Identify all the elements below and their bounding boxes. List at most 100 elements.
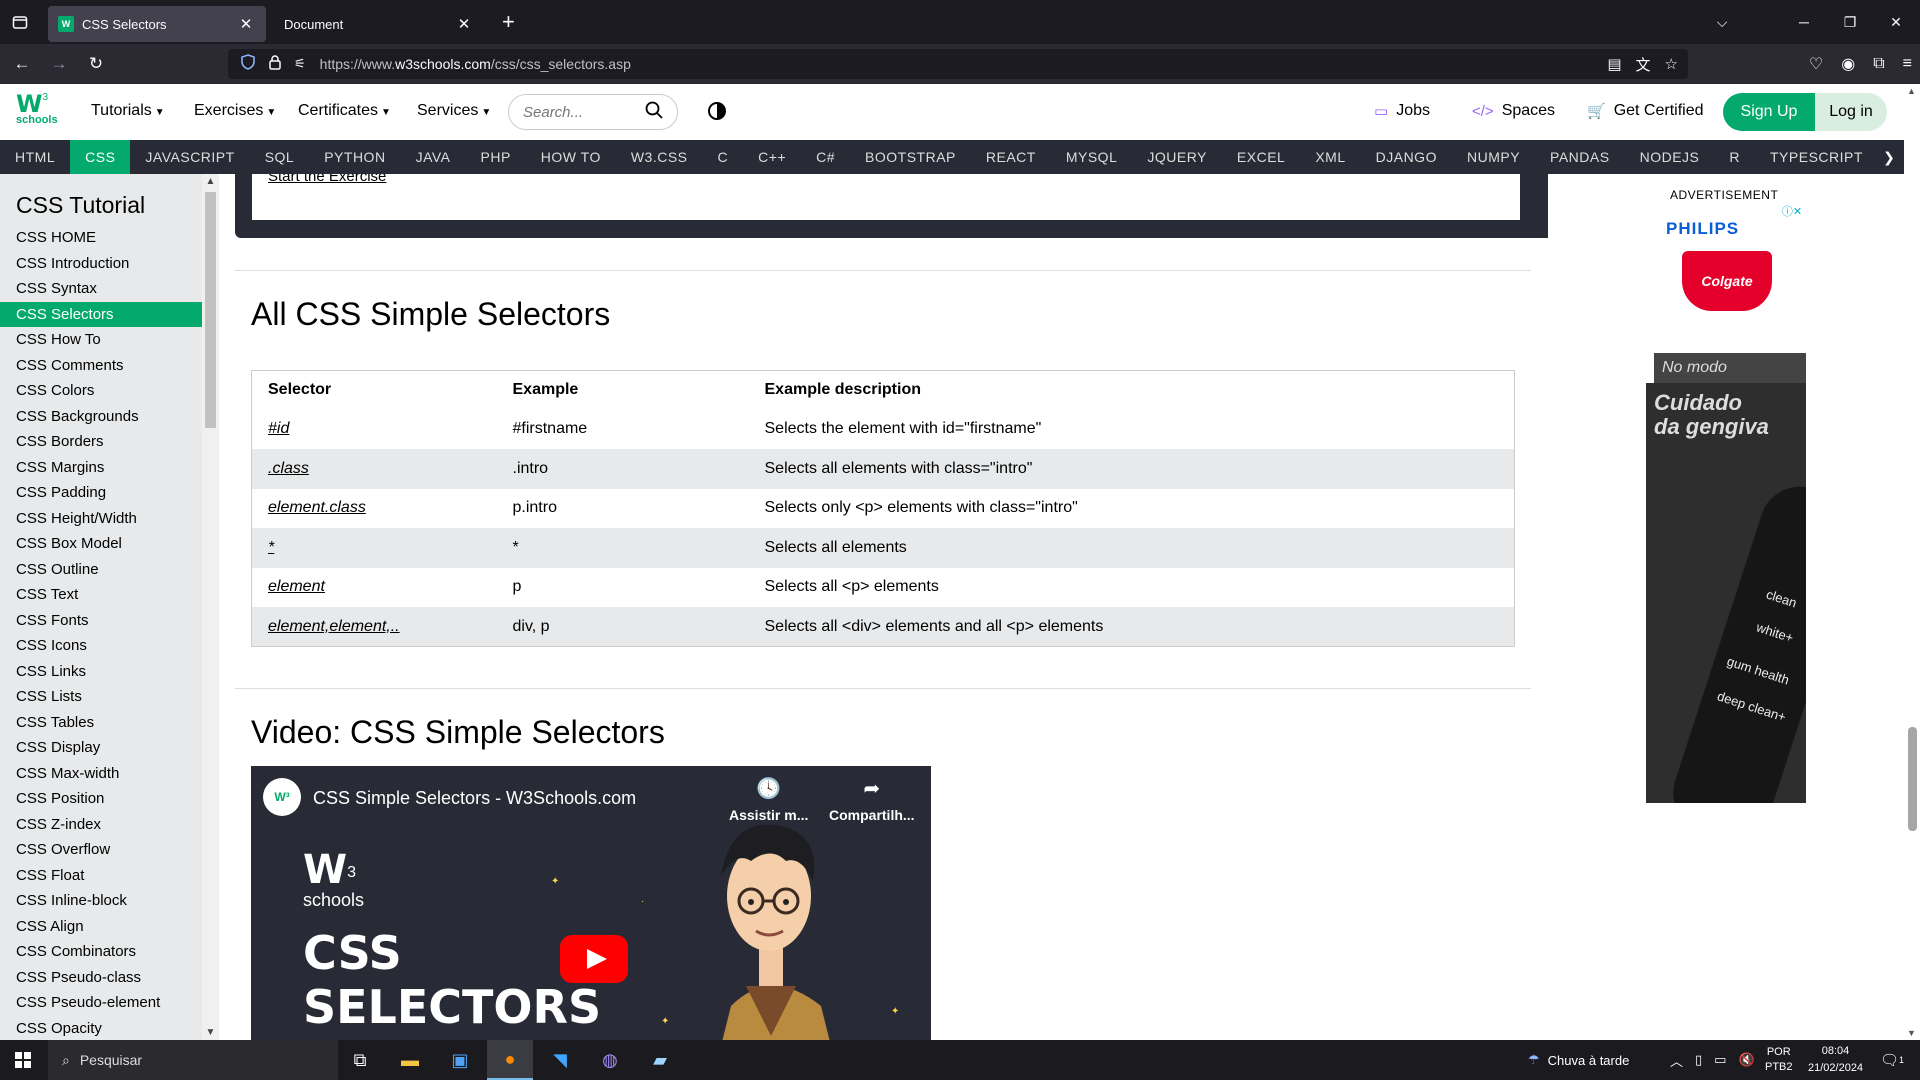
close-tab-icon[interactable]: ✕ — [236, 15, 256, 33]
tab-css-selectors[interactable]: W CSS Selectors ✕ — [48, 6, 266, 42]
sidebar-item-css-home[interactable]: CSS HOME — [0, 225, 219, 251]
menu-exercises[interactable]: Exercises ▼ — [194, 102, 276, 120]
tab-document[interactable]: Document ✕ — [266, 6, 484, 42]
topic-w3-css[interactable]: W3.CSS — [616, 140, 703, 174]
topic-typescript[interactable]: TYPESCRIPT — [1755, 140, 1878, 174]
weather-widget[interactable]: ☂ Chuva à tarde — [1528, 1040, 1629, 1080]
topic-javascript[interactable]: JAVASCRIPT — [130, 140, 249, 174]
sidebar-scrollbar[interactable]: ▲ ▼ — [202, 174, 219, 1040]
new-tab-button[interactable]: + — [502, 9, 515, 35]
video-player[interactable]: W³ CSS Simple Selectors - W3Schools.com … — [251, 766, 931, 1040]
chevron-up-icon[interactable]: ︿ — [1670, 1051, 1683, 1070]
topic-excel[interactable]: EXCEL — [1222, 140, 1300, 174]
sidebar-item-css-max-width[interactable]: CSS Max-width — [0, 761, 219, 787]
sidebar-item-css-position[interactable]: CSS Position — [0, 786, 219, 812]
sidebar-item-css-inline-block[interactable]: CSS Inline-block — [0, 888, 219, 914]
display-icon[interactable]: ▭ — [1714, 1052, 1726, 1068]
search-icon[interactable] — [645, 101, 663, 123]
store-icon[interactable]: ▣ — [437, 1040, 483, 1080]
scroll-down-icon[interactable]: ▼ — [202, 1027, 219, 1038]
topic-java[interactable]: JAVA — [401, 140, 466, 174]
page-scroll-thumb[interactable] — [1908, 727, 1917, 831]
start-exercise-link[interactable]: Start the Exercise — [268, 174, 386, 185]
sidebar-item-css-tables[interactable]: CSS Tables — [0, 710, 219, 736]
sidebar-item-css-syntax[interactable]: CSS Syntax — [0, 276, 219, 302]
w3schools-logo[interactable]: W3 schools — [16, 92, 58, 132]
topic-php[interactable]: PHP — [466, 140, 526, 174]
sidebar-item-css-overflow[interactable]: CSS Overflow — [0, 837, 219, 863]
topic-pandas[interactable]: PANDAS — [1535, 140, 1625, 174]
sidebar-item-css-opacity[interactable]: CSS Opacity — [0, 1016, 219, 1041]
address-bar[interactable]: ⚟ https://www.w3schools.com/css/css_sele… — [228, 49, 1688, 79]
scroll-down-icon[interactable]: ▼ — [1907, 1028, 1916, 1038]
topic-numpy[interactable]: NUMPY — [1452, 140, 1535, 174]
firefox-icon[interactable]: ● — [487, 1040, 533, 1080]
topic-how-to[interactable]: HOW TO — [526, 140, 616, 174]
notepad-icon[interactable]: ▰ — [637, 1040, 683, 1080]
app-menu-icon[interactable]: ≡ — [1903, 55, 1912, 73]
permissions-icon[interactable]: ⚟ — [294, 56, 306, 72]
sidebar-item-css-pseudo-class[interactable]: CSS Pseudo-class — [0, 965, 219, 991]
sidebar-item-css-selectors[interactable]: CSS Selectors — [0, 301, 219, 327]
topic-sql[interactable]: SQL — [250, 140, 310, 174]
sidebar-item-css-colors[interactable]: CSS Colors — [0, 378, 219, 404]
topic-jquery[interactable]: JQUERY — [1132, 140, 1222, 174]
topic-django[interactable]: DJANGO — [1361, 140, 1452, 174]
sidebar-item-css-introduction[interactable]: CSS Introduction — [0, 251, 219, 277]
search-input[interactable]: Search... — [508, 94, 678, 130]
selector-link[interactable]: element — [252, 568, 497, 608]
play-button[interactable] — [560, 935, 628, 983]
topic-css[interactable]: CSS — [70, 140, 131, 174]
ad-close-icon[interactable]: ⓘ✕ — [1778, 203, 1806, 219]
selector-link[interactable]: #id — [252, 410, 497, 450]
sidebar-item-css-borders[interactable]: CSS Borders — [0, 429, 219, 455]
translate-icon[interactable]: ⽂ — [1636, 54, 1651, 75]
topic-python[interactable]: PYTHON — [309, 140, 400, 174]
language-indicator[interactable]: POR PTB2 — [1765, 1040, 1793, 1080]
file-explorer-icon[interactable]: ▬ — [387, 1040, 433, 1080]
topic-nodejs[interactable]: NODEJS — [1625, 140, 1715, 174]
selector-link[interactable]: .class — [252, 449, 497, 489]
sidebar-item-css-display[interactable]: CSS Display — [0, 735, 219, 761]
sidebar-item-css-padding[interactable]: CSS Padding — [0, 480, 219, 506]
log-in-button[interactable]: Log in — [1815, 93, 1887, 131]
sidebar-item-css-box-model[interactable]: CSS Box Model — [0, 531, 219, 557]
sidebar-item-css-height-width[interactable]: CSS Height/Width — [0, 506, 219, 532]
sidebar-item-css-z-index[interactable]: CSS Z-index — [0, 812, 219, 838]
sidebar-item-css-float[interactable]: CSS Float — [0, 863, 219, 889]
reload-button[interactable]: ↻ — [81, 49, 111, 79]
topic-xml[interactable]: XML — [1300, 140, 1360, 174]
sidebar-item-css-fonts[interactable]: CSS Fonts — [0, 608, 219, 634]
close-tab-icon[interactable]: ✕ — [454, 15, 474, 33]
sidebar-item-css-comments[interactable]: CSS Comments — [0, 353, 219, 379]
taskbar-search[interactable]: ⌕ Pesquisar — [48, 1040, 338, 1080]
dark-mode-toggle-icon[interactable] — [708, 102, 726, 120]
sidebar-item-css-how-to[interactable]: CSS How To — [0, 327, 219, 353]
menu-services[interactable]: Services ▼ — [417, 102, 491, 120]
selector-link[interactable]: element,element,.. — [252, 607, 497, 647]
sidebar-item-css-pseudo-element[interactable]: CSS Pseudo-element — [0, 990, 219, 1016]
lock-icon[interactable] — [268, 54, 282, 74]
forward-button[interactable]: → — [44, 49, 74, 79]
page-scrollbar[interactable]: ▲ ▼ — [1904, 84, 1920, 1040]
extensions-icon[interactable]: ⧉ — [1873, 55, 1884, 73]
sidebar-scroll-thumb[interactable] — [205, 192, 216, 428]
sidebar-item-css-align[interactable]: CSS Align — [0, 914, 219, 940]
sign-up-button[interactable]: Sign Up — [1723, 93, 1815, 131]
selector-link[interactable]: element.class — [252, 489, 497, 529]
close-window-button[interactable]: ✕ — [1873, 0, 1919, 44]
restore-button[interactable]: ❐ — [1827, 0, 1873, 44]
scroll-up-icon[interactable]: ▲ — [202, 176, 219, 187]
volume-muted-icon[interactable]: 🔇 — [1738, 1052, 1754, 1068]
sidebar-item-css-outline[interactable]: CSS Outline — [0, 557, 219, 583]
topic-r[interactable]: R — [1714, 140, 1755, 174]
minimize-button[interactable]: ─ — [1781, 0, 1827, 44]
sidebar-item-css-lists[interactable]: CSS Lists — [0, 684, 219, 710]
sidebar-item-css-text[interactable]: CSS Text — [0, 582, 219, 608]
sidebar-item-css-icons[interactable]: CSS Icons — [0, 633, 219, 659]
video-title[interactable]: CSS Simple Selectors - W3Schools.com — [313, 788, 636, 809]
tray-icons[interactable]: ︿ ▯ ▭ 🔇 — [1670, 1040, 1755, 1080]
topic-c-[interactable]: C++ — [743, 140, 801, 174]
scroll-up-icon[interactable]: ▲ — [1907, 86, 1916, 96]
spaces-link[interactable]: </> Spaces — [1472, 102, 1555, 120]
